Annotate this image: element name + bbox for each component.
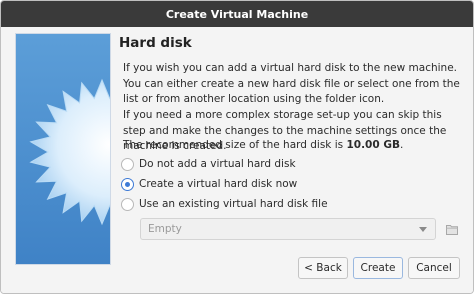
radio-existing-disk[interactable] — [121, 197, 134, 211]
radio-no-disk[interactable] — [121, 157, 134, 171]
title-bar[interactable]: Create Virtual Machine — [1, 1, 473, 27]
existing-disk-select[interactable]: Empty — [140, 218, 436, 240]
dialog-content: Hard disk If you wish you can add a virt… — [1, 27, 473, 293]
option-existing-disk[interactable]: Use an existing virtual hard disk file — [121, 195, 328, 213]
create-button[interactable]: Create — [353, 257, 403, 279]
cancel-button[interactable]: Cancel — [408, 257, 460, 279]
recommended-suffix: . — [399, 139, 404, 151]
intro-text: If you wish you can add a virtual hard d… — [123, 62, 460, 105]
recommended-size-text: The recommended size of the hard disk is… — [123, 138, 463, 154]
recommended-size-value: 10.00 GB — [346, 139, 400, 151]
recommended-prefix: The recommended size of the hard disk is — [123, 139, 347, 151]
option-no-disk[interactable]: Do not add a virtual hard disk — [121, 155, 296, 173]
option-create-disk-label: Create a virtual hard disk now — [139, 178, 298, 190]
folder-icon — [446, 224, 458, 235]
choose-disk-file-button[interactable] — [444, 221, 460, 237]
page-heading: Hard disk — [119, 35, 192, 51]
back-button[interactable]: < Back — [298, 257, 348, 279]
option-existing-disk-label: Use an existing virtual hard disk file — [139, 198, 328, 210]
wizard-side-image — [15, 33, 111, 265]
dialog-window: Create Virtual Machine Hard disk If you … — [0, 0, 474, 294]
radio-create-disk[interactable] — [121, 177, 134, 191]
window-title: Create Virtual Machine — [165, 7, 309, 21]
option-create-disk[interactable]: Create a virtual hard disk now — [121, 175, 297, 193]
existing-disk-select-value: Empty — [148, 223, 182, 235]
option-no-disk-label: Do not add a virtual hard disk — [139, 158, 296, 170]
chevron-down-icon — [419, 227, 427, 232]
